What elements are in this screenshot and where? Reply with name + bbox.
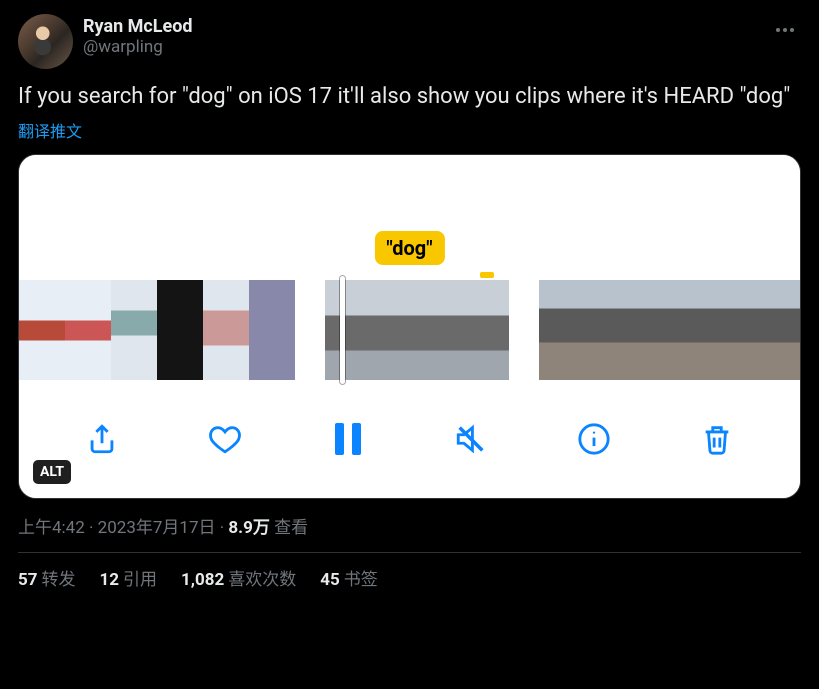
media-top-area: "dog" bbox=[19, 155, 800, 280]
stat-count: 12 bbox=[100, 570, 120, 590]
stat-label: 转发 bbox=[42, 570, 76, 590]
views-count: 8.9万 bbox=[228, 518, 269, 538]
stat-label: 书签 bbox=[344, 570, 378, 590]
stat-quotes[interactable]: 12引用 bbox=[100, 565, 158, 590]
video-thumbnail bbox=[325, 280, 371, 380]
caption-highlight: "dog" bbox=[374, 231, 444, 265]
video-thumbnail bbox=[417, 280, 463, 380]
video-thumbnail bbox=[463, 280, 509, 380]
clip-group bbox=[539, 280, 801, 380]
display-name: Ryan McLeod bbox=[83, 16, 759, 37]
stat-bookmarks[interactable]: 45书签 bbox=[320, 565, 378, 590]
media-toolbar bbox=[19, 380, 800, 498]
pause-button[interactable] bbox=[328, 419, 368, 459]
info-icon bbox=[577, 422, 611, 456]
clip-group-active bbox=[325, 280, 509, 380]
more-icon bbox=[773, 18, 797, 42]
delete-button[interactable] bbox=[697, 419, 737, 459]
stat-count: 45 bbox=[320, 570, 340, 590]
stat-label: 引用 bbox=[123, 570, 157, 590]
tweet-stats: 57转发 12引用 1,082喜欢次数 45书签 bbox=[18, 565, 801, 590]
pause-icon bbox=[335, 423, 361, 455]
video-thumbnail bbox=[769, 280, 801, 380]
video-thumbnail bbox=[585, 280, 631, 380]
caption-marker bbox=[480, 272, 494, 278]
mute-button[interactable] bbox=[451, 419, 491, 459]
author-names[interactable]: Ryan McLeod @warpling bbox=[83, 14, 759, 57]
stat-retweets[interactable]: 57转发 bbox=[18, 565, 76, 590]
heart-icon bbox=[208, 422, 242, 456]
handle: @warpling bbox=[83, 37, 759, 57]
clip-group bbox=[19, 280, 295, 380]
mute-icon bbox=[454, 422, 488, 456]
video-thumbnail bbox=[371, 280, 417, 380]
views-label: 查看 bbox=[270, 518, 308, 538]
video-thumbnail bbox=[65, 280, 111, 380]
video-thumbnail bbox=[111, 280, 157, 380]
info-button[interactable] bbox=[574, 419, 614, 459]
video-thumbnail bbox=[539, 280, 585, 380]
video-thumbnail bbox=[249, 280, 295, 380]
video-thumbnail bbox=[631, 280, 677, 380]
stat-likes[interactable]: 1,082喜欢次数 bbox=[181, 565, 296, 590]
tweet-date: 2023年7月17日 bbox=[98, 518, 216, 538]
video-thumbnail bbox=[19, 280, 65, 380]
stat-count: 57 bbox=[18, 570, 38, 590]
video-thumbnail bbox=[157, 280, 203, 380]
more-button[interactable] bbox=[769, 14, 801, 50]
tweet-text: If you search for "dog" on iOS 17 it'll … bbox=[18, 83, 801, 112]
tweet-container: Ryan McLeod @warpling If you search for … bbox=[0, 0, 819, 600]
tweet-header: Ryan McLeod @warpling bbox=[18, 14, 801, 69]
stat-label: 喜欢次数 bbox=[228, 570, 296, 590]
stat-count: 1,082 bbox=[181, 570, 224, 590]
video-filmstrip[interactable] bbox=[19, 280, 800, 380]
tweet-time: 上午4:42 bbox=[18, 518, 85, 538]
meta-separator: · bbox=[216, 518, 229, 538]
share-button[interactable] bbox=[82, 419, 122, 459]
meta-separator: · bbox=[85, 518, 98, 538]
like-button[interactable] bbox=[205, 419, 245, 459]
alt-badge[interactable]: ALT bbox=[33, 460, 71, 484]
translate-link[interactable]: 翻译推文 bbox=[18, 118, 82, 142]
divider bbox=[18, 552, 801, 553]
video-thumbnail bbox=[677, 280, 723, 380]
avatar[interactable] bbox=[18, 14, 73, 69]
media-attachment[interactable]: "dog" bbox=[18, 154, 801, 499]
trash-icon bbox=[700, 422, 734, 456]
share-icon bbox=[85, 422, 119, 456]
tweet-meta[interactable]: 上午4:42 · 2023年7月17日 · 8.9万 查看 bbox=[18, 513, 801, 538]
video-thumbnail bbox=[723, 280, 769, 380]
video-thumbnail bbox=[203, 280, 249, 380]
